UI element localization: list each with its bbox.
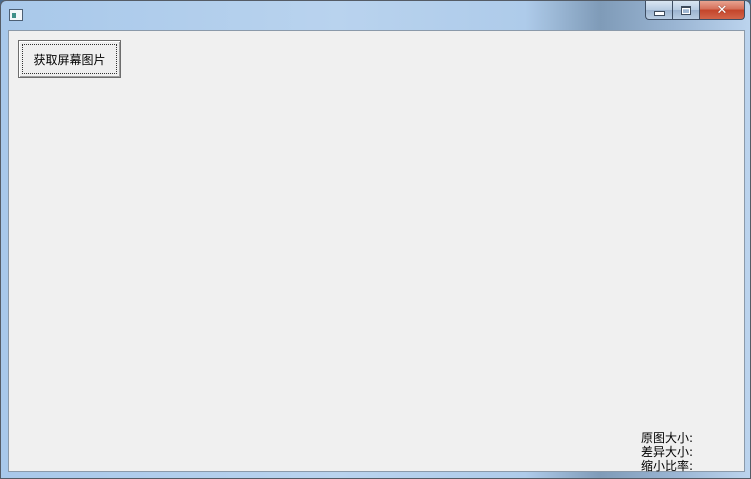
info-panel: 原图大小: 差异大小: 缩小比率: <box>641 431 693 473</box>
caption-buttons: ✕ <box>645 1 745 21</box>
close-icon: ✕ <box>716 2 728 18</box>
close-button[interactable]: ✕ <box>699 1 745 20</box>
capture-screen-button[interactable]: 获取屏幕图片 <box>18 40 121 78</box>
capture-screen-label: 获取屏幕图片 <box>33 52 106 67</box>
minimize-icon <box>653 10 665 16</box>
title-bar[interactable]: ✕ <box>1 1 750 30</box>
app-icon[interactable] <box>9 9 23 21</box>
diff-size-label: 差异大小: <box>641 445 694 459</box>
shrink-ratio-label: 缩小比率: <box>641 459 694 473</box>
original-size-label: 原图大小: <box>641 431 694 445</box>
minimize-button[interactable] <box>645 1 672 20</box>
app-window: ✕ 获取屏幕图片 原图大小: 差异大小: 缩小比率: <box>0 0 751 479</box>
client-area: 获取屏幕图片 原图大小: 差异大小: 缩小比率: <box>8 30 745 473</box>
maximize-icon <box>681 5 691 15</box>
maximize-button[interactable] <box>672 1 699 20</box>
